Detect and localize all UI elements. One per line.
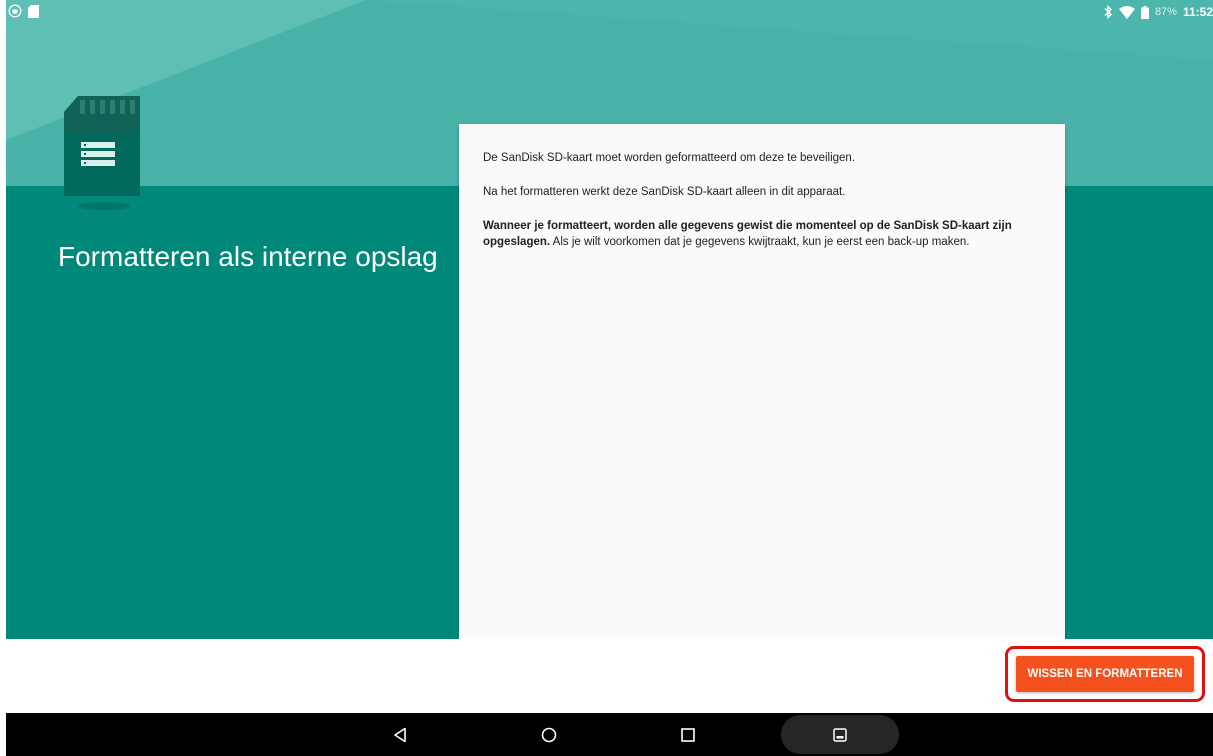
- battery-percentage: 87%: [1154, 6, 1177, 18]
- battery-icon: [1140, 5, 1149, 19]
- bluetooth-icon: [1103, 5, 1113, 19]
- info-line-2: Na het formatteren werkt deze SanDisk SD…: [483, 186, 846, 198]
- status-bar-right: 87% 11:52: [1103, 4, 1213, 20]
- warning-normal-text: Als je wilt voorkomen dat je gegevens kw…: [550, 236, 970, 248]
- recents-icon: [681, 727, 695, 742]
- wifi-icon: [1118, 5, 1135, 19]
- recents-button[interactable]: [660, 713, 716, 756]
- gallery-icon: [833, 727, 847, 742]
- info-line-1: De SanDisk SD-kaart moet worden geformat…: [483, 152, 856, 164]
- navigation-bar: [6, 713, 1213, 756]
- info-card: De SanDisk SD-kaart moet worden geformat…: [459, 124, 1065, 639]
- back-button[interactable]: [372, 713, 428, 756]
- home-icon: [541, 727, 557, 743]
- warning-paragraph: Wanneer je formatteert, worden alle gege…: [483, 218, 1041, 250]
- android-debug-icon: [8, 4, 22, 18]
- erase-and-format-button[interactable]: WISSEN EN FORMATTEREN: [1016, 656, 1194, 692]
- sd-card-notification-icon: [28, 4, 39, 18]
- page-title: Formatteren als interne opslag: [58, 241, 438, 272]
- status-clock: 11:52: [1182, 5, 1213, 19]
- sd-card-icon: [64, 96, 140, 210]
- back-icon: [393, 727, 407, 743]
- home-button[interactable]: [521, 713, 577, 756]
- screen: 87% 11:52 Formatteren als interne opslag…: [6, 0, 1213, 756]
- gallery-button[interactable]: [781, 715, 899, 754]
- status-bar: 87% 11:52: [6, 0, 1213, 24]
- status-bar-left: [8, 4, 39, 18]
